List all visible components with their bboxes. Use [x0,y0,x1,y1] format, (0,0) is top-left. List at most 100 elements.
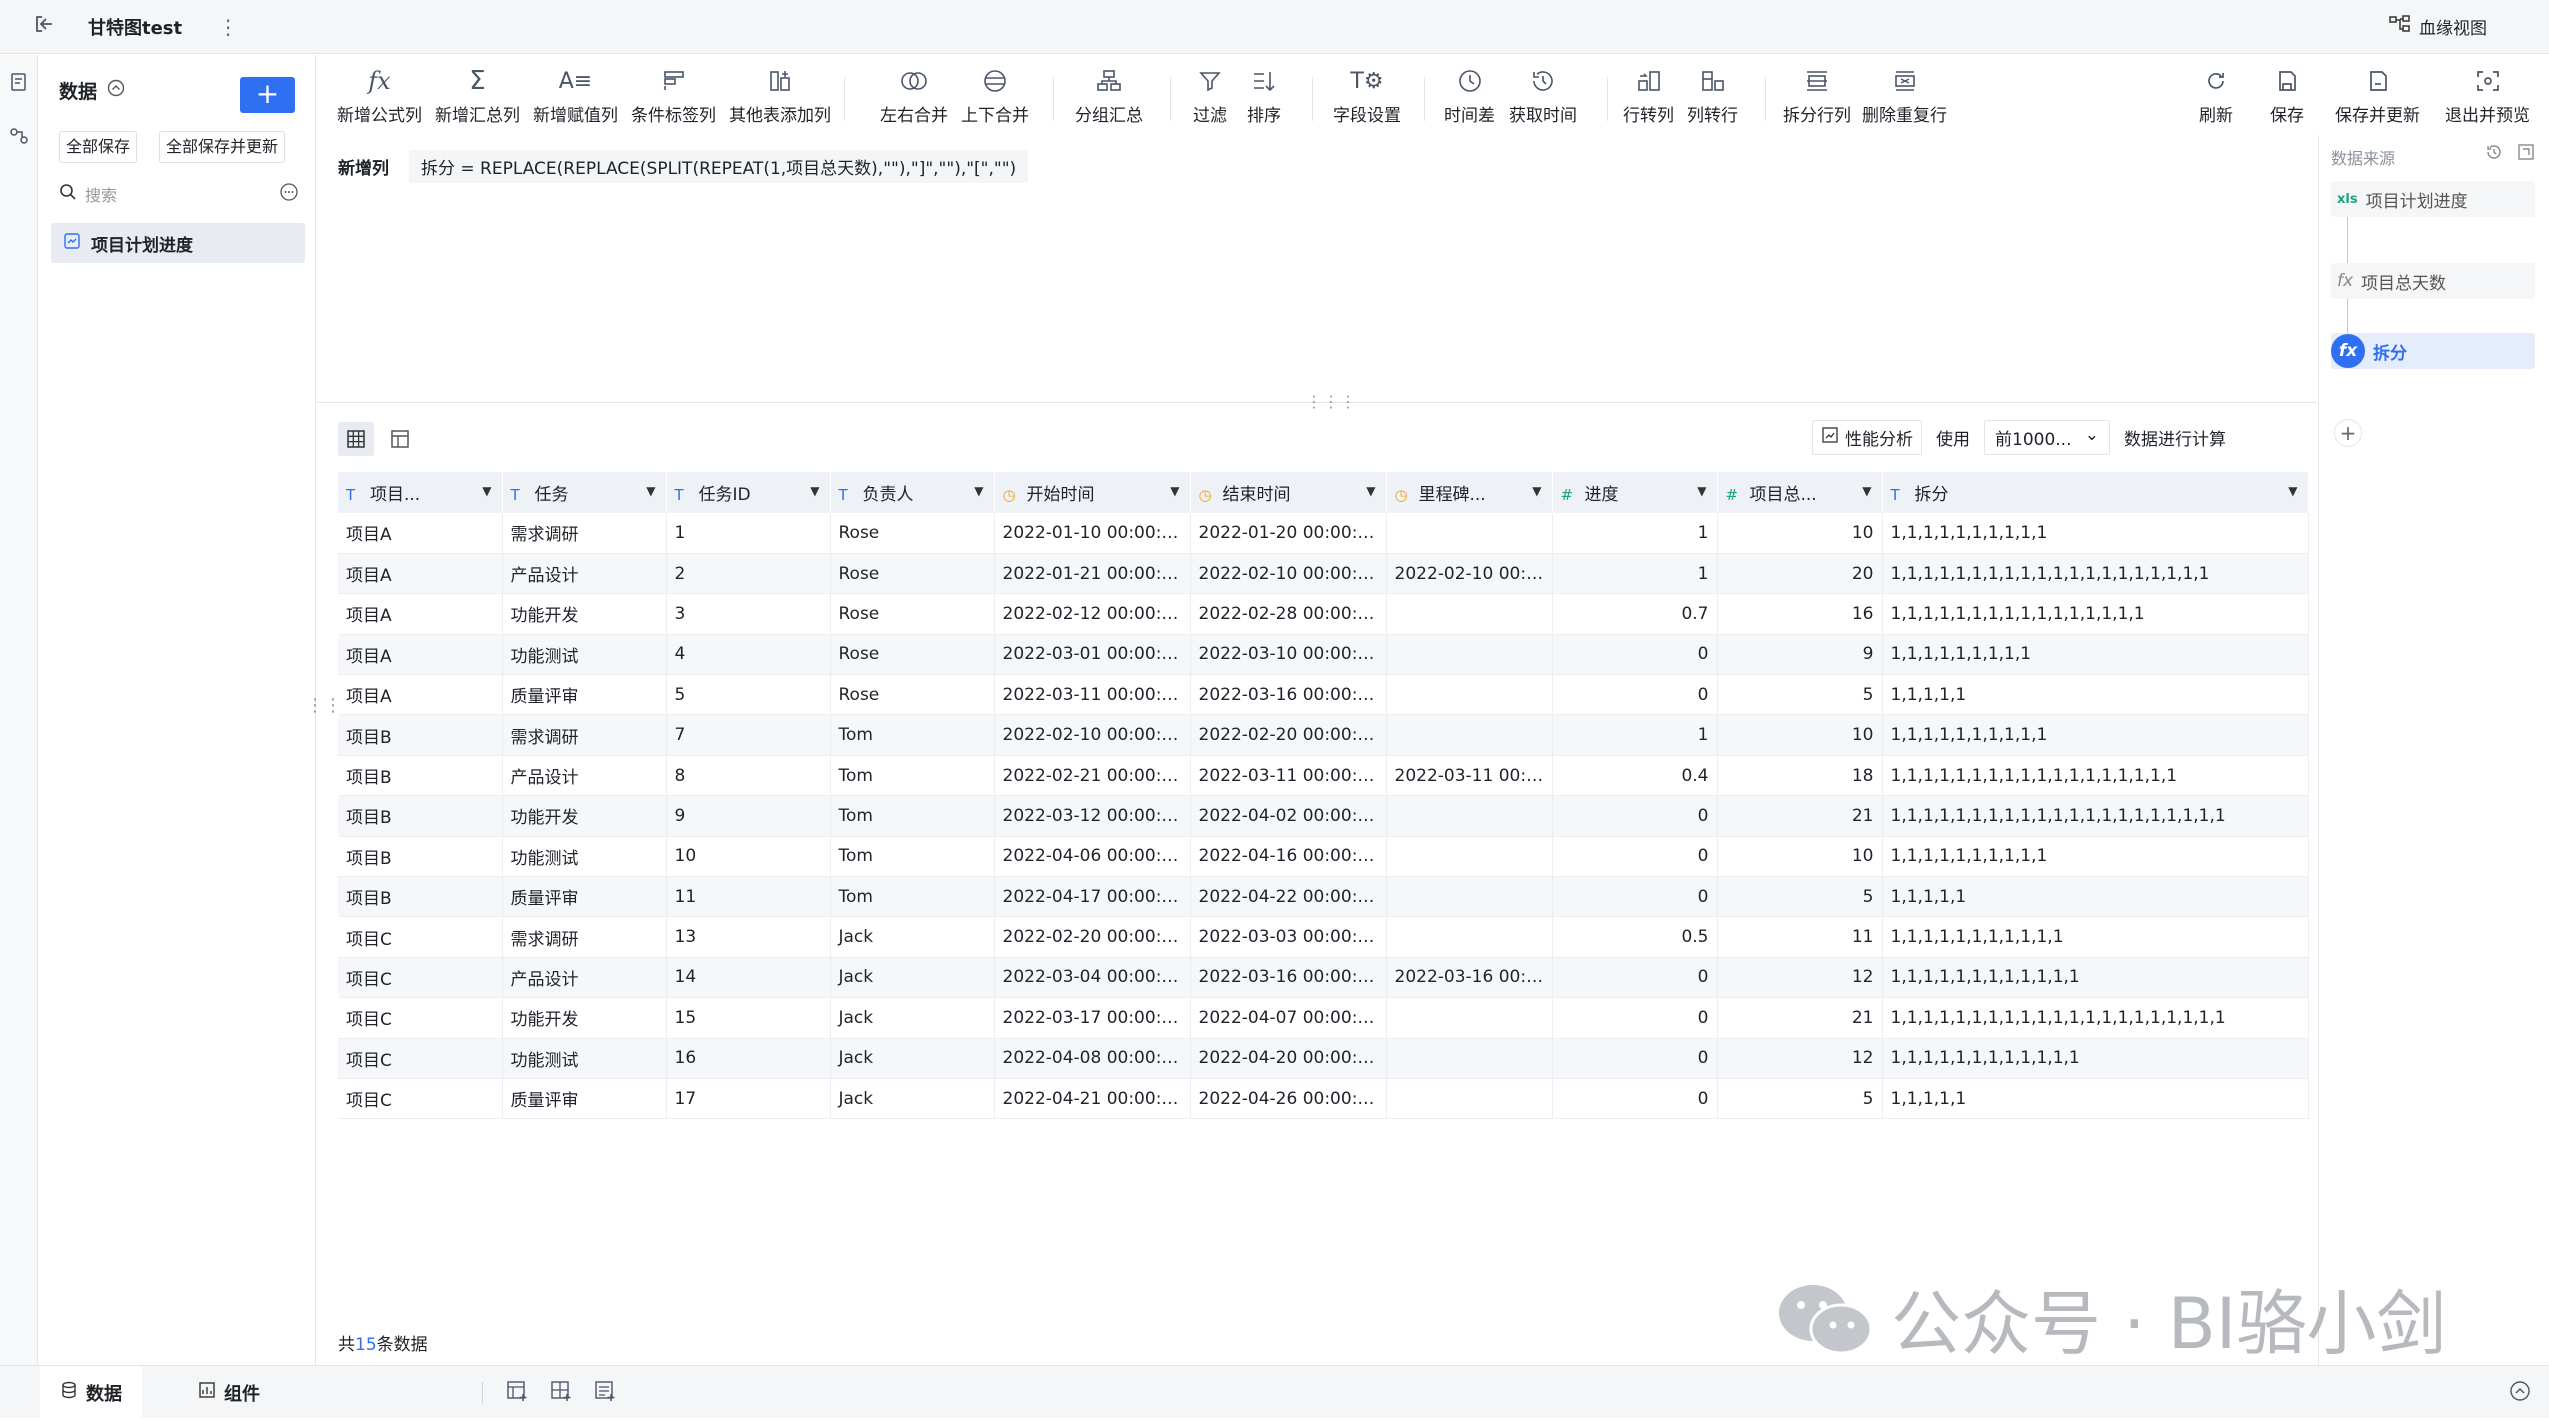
column-header[interactable]: ◷ 结束时间 ▼ [1190,472,1387,513]
column-menu-icon[interactable]: ▼ [1697,484,1706,498]
save-update-button[interactable]: 保存并更新 [2335,63,2420,126]
table-cell: 20 [1717,553,1883,595]
resize-handle-icon[interactable]: ⋮⋮⋮ [1306,392,1357,411]
table-row[interactable]: 项目C 产品设计 14 Jack 2022-03-04 00:00:00 2022-03-… [338,957,2309,999]
collapse-icon[interactable] [107,79,125,102]
table-row[interactable]: 项目A 产品设计 2 Rose 2022-01-21 00:00:00 2022-02-1… [338,553,2309,595]
layout-view-icon[interactable] [382,422,418,456]
up-down-merge-button[interactable]: 上下合并 [961,63,1029,126]
text-type-icon: T [674,486,684,504]
table-row[interactable]: 项目B 功能开发 9 Tom 2022-03-12 00:00:00 2022-04-02… [338,795,2309,837]
collapse-up-icon[interactable] [2509,1380,2531,1407]
relation-nav-icon[interactable] [0,109,38,163]
up-down-merge-label: 上下合并 [961,106,1029,126]
table-cell: 0.4 [1552,755,1718,797]
table-cell: Rose [830,674,995,716]
table-row[interactable]: 项目B 功能测试 10 Tom 2022-04-06 00:00:00 2022-04-1… [338,836,2309,878]
table-row[interactable]: 项目C 功能开发 15 Jack 2022-03-17 00:00:00 2022-04-… [338,997,2309,1039]
split-rows-button[interactable]: 拆分行列 [1783,63,1851,126]
filter-button[interactable]: 过滤 [1193,63,1227,126]
column-menu-icon[interactable]: ▼ [810,484,819,498]
grid-view-icon[interactable] [338,422,374,456]
column-header[interactable]: T 拆分 ▼ [1882,472,2309,513]
column-menu-icon[interactable]: ▼ [1366,484,1375,498]
row-limit-select[interactable]: 前1000... ⌄ [1984,420,2110,455]
group-summary-button[interactable]: 分组汇总 [1075,63,1143,126]
row-to-col-button[interactable]: 行转列 [1623,63,1674,126]
source-node-dataset[interactable]: xls 项目计划进度 [2331,181,2535,217]
search-input[interactable]: 搜索 [59,177,299,211]
column-menu-icon[interactable]: ▼ [1170,484,1179,498]
add-dashboard-icon[interactable] [550,1380,572,1407]
save-all-button[interactable]: 全部保存 [59,131,138,163]
table-row[interactable]: 项目C 质量评审 17 Jack 2022-04-21 00:00:00 2022-04-… [338,1078,2309,1120]
get-time-button[interactable]: 获取时间 [1509,63,1577,126]
save-button[interactable]: 保存 [2270,63,2304,126]
save-all-update-button[interactable]: 全部保存并更新 [159,131,286,163]
row-count-suffix: 条数据 [376,1335,428,1355]
dataset-nav-icon[interactable] [0,55,38,109]
tab-component[interactable]: 组件 [178,1366,280,1419]
add-formula-col-button[interactable]: fx 新增公式列 [337,63,422,126]
sort-button[interactable]: 排序 [1247,63,1281,126]
column-header[interactable]: T 任务 ▼ [502,472,667,513]
add-assign-col-button[interactable]: A≡ 新增赋值列 [533,63,618,127]
left-right-merge-button[interactable]: 左右合并 [880,63,948,126]
table-row[interactable]: 项目B 质量评审 11 Tom 2022-04-17 00:00:00 2022-04-2… [338,876,2309,918]
table-row[interactable]: 项目A 功能开发 3 Rose 2022-02-12 00:00:00 2022-02-2… [338,593,2309,635]
remove-duplicate-button[interactable]: 删除重复行 [1862,63,1947,126]
column-menu-icon[interactable]: ▼ [646,484,655,498]
add-summary-col-button[interactable]: Σ 新增汇总列 [435,63,520,126]
formula-expression[interactable]: 拆分 = REPLACE(REPLACE(SPLIT(REPEAT(1,项目总天… [409,150,1029,183]
table-row[interactable]: 项目A 需求调研 1 Rose 2022-01-10 00:00:00 2022-01-2… [338,513,2309,554]
time-diff-button[interactable]: 时间差 [1444,63,1495,126]
table-row[interactable]: 项目A 质量评审 5 Rose 2022-03-11 00:00:00 2022-03-1… [338,674,2309,716]
table-cell: 10 [1717,714,1883,756]
assign-icon: A≡ [558,68,593,94]
add-step-button[interactable]: + [2334,419,2362,447]
sidebar-resize-handle-icon[interactable]: ⋮⋮ [306,695,342,716]
other-table-col-button[interactable]: 其他表添加列 [729,63,831,126]
performance-analysis-button[interactable]: 性能分析 [1812,420,1922,455]
column-header[interactable]: # 项目总... ▼ [1717,472,1883,513]
column-header[interactable]: ◷ 里程碑... ▼ [1386,472,1553,513]
column-menu-icon[interactable]: ▼ [1532,484,1541,498]
exit-preview-button[interactable]: 退出并预览 [2445,63,2530,126]
table-cell: 2022-03-03 00:00:00 [1190,916,1387,958]
sidebar-item-dataset[interactable]: 项目计划进度 [51,223,305,263]
lineage-view-button[interactable]: 血缘视图 [2389,14,2487,39]
column-header[interactable]: # 进度 ▼ [1552,472,1718,513]
add-report-icon[interactable] [594,1380,616,1407]
more-options-icon[interactable] [279,182,299,206]
history-icon[interactable] [2485,143,2503,166]
field-settings-button[interactable]: T⚙ 字段设置 [1333,63,1401,127]
source-node-split[interactable]: fx 拆分 [2331,333,2535,369]
left-icon-bar [0,55,38,1365]
column-menu-icon[interactable]: ▼ [482,484,491,498]
table-row[interactable]: 项目C 功能测试 16 Jack 2022-04-08 00:00:00 2022-04-… [338,1038,2309,1079]
table-row[interactable]: 项目B 需求调研 7 Tom 2022-02-10 00:00:00 2022-02-20… [338,714,2309,756]
more-menu-icon[interactable]: ⋮ [218,15,238,39]
column-menu-icon[interactable]: ▼ [974,484,983,498]
column-menu-icon[interactable]: ▼ [1862,484,1871,498]
exit-icon[interactable] [0,13,88,41]
table-row[interactable]: 项目C 需求调研 13 Jack 2022-02-20 00:00:00 2022-03-… [338,916,2309,958]
column-header[interactable]: T 负责人 ▼ [830,472,995,513]
table-cell: 2022-04-08 00:00:00 [994,1038,1191,1079]
cond-tag-col-button[interactable]: 条件标签列 [631,63,716,126]
tab-data[interactable]: 数据 [40,1366,142,1419]
table-row[interactable]: 项目A 功能测试 4 Rose 2022-03-01 00:00:00 2022-03-1… [338,634,2309,676]
source-node-total-days[interactable]: fx 项目总天数 [2331,263,2535,299]
add-dataset-button[interactable]: + [240,77,295,113]
column-header[interactable]: T 项目... ▼ [338,472,503,513]
table-cell: 产品设计 [502,957,667,999]
table-row[interactable]: 项目B 产品设计 8 Tom 2022-02-21 00:00:00 2022-03-11… [338,755,2309,797]
add-table-icon[interactable] [506,1380,528,1407]
column-menu-icon[interactable]: ▼ [2288,484,2297,498]
column-header[interactable]: ◷ 开始时间 ▼ [994,472,1191,513]
column-header[interactable]: T 任务ID ▼ [666,472,831,513]
col-to-row-button[interactable]: 列转行 [1687,63,1738,126]
refresh-button[interactable]: 刷新 [2199,63,2233,126]
data-sidebar: 数据 + 全部保存 全部保存并更新 搜索 项目计划进度 [39,55,316,1365]
expand-icon[interactable] [2517,143,2535,166]
